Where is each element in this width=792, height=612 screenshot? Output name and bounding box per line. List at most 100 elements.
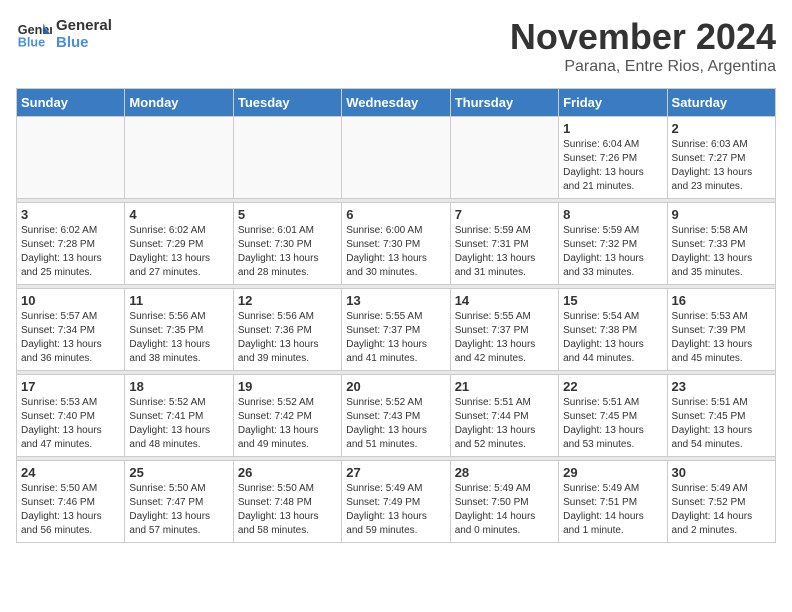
calendar-cell: 13 Sunrise: 5:55 AM Sunset: 7:37 PM Dayli… (342, 289, 450, 371)
day-info: Sunrise: 5:53 AM Sunset: 7:39 PM Dayligh… (672, 310, 771, 366)
day-info: Sunrise: 5:50 AM Sunset: 7:48 PM Dayligh… (238, 482, 337, 538)
calendar-cell: 20 Sunrise: 5:52 AM Sunset: 7:43 PM Dayli… (342, 375, 450, 457)
day-info: Sunrise: 6:04 AM Sunset: 7:26 PM Dayligh… (563, 138, 662, 194)
day-number: 19 (238, 379, 337, 394)
calendar-cell: 22 Sunrise: 5:51 AM Sunset: 7:45 PM Dayli… (559, 375, 667, 457)
calendar-table: SundayMondayTuesdayWednesdayThursdayFrid… (16, 88, 776, 543)
title-block: November 2024 Parana, Entre Rios, Argent… (510, 16, 776, 76)
calendar-cell: 27 Sunrise: 5:49 AM Sunset: 7:49 PM Dayli… (342, 461, 450, 543)
calendar-week-row: 10 Sunrise: 5:57 AM Sunset: 7:34 PM Dayli… (17, 289, 776, 371)
calendar-cell: 3 Sunrise: 6:02 AM Sunset: 7:28 PM Daylig… (17, 203, 125, 285)
day-number: 6 (346, 207, 445, 222)
calendar-cell: 16 Sunrise: 5:53 AM Sunset: 7:39 PM Dayli… (667, 289, 775, 371)
calendar-cell: 7Sunrise: 5:59 AM Sunset: 7:31 PM Daylig… (450, 203, 558, 285)
weekday-header-monday: Monday (125, 89, 233, 117)
day-number: 8 (563, 207, 662, 222)
day-info: Sunrise: 5:51 AM Sunset: 7:44 PM Dayligh… (455, 396, 554, 452)
calendar-cell: 17 Sunrise: 5:53 AM Sunset: 7:40 PM Dayli… (17, 375, 125, 457)
calendar-cell (342, 117, 450, 199)
day-number: 1 (563, 121, 662, 136)
calendar-cell: 5 Sunrise: 6:01 AM Sunset: 7:30 PM Daylig… (233, 203, 341, 285)
calendar-week-row: 24Sunrise: 5:50 AM Sunset: 7:46 PM Dayli… (17, 461, 776, 543)
day-number: 5 (238, 207, 337, 222)
day-number: 4 (129, 207, 228, 222)
calendar-cell: 19Sunrise: 5:52 AM Sunset: 7:42 PM Dayli… (233, 375, 341, 457)
calendar-cell: 26Sunrise: 5:50 AM Sunset: 7:48 PM Dayli… (233, 461, 341, 543)
day-number: 10 (21, 293, 120, 308)
day-number: 15 (563, 293, 662, 308)
day-info: Sunrise: 5:59 AM Sunset: 7:32 PM Dayligh… (563, 224, 662, 280)
day-number: 21 (455, 379, 554, 394)
calendar-cell: 25 Sunrise: 5:50 AM Sunset: 7:47 PM Dayli… (125, 461, 233, 543)
day-info: Sunrise: 5:52 AM Sunset: 7:41 PM Dayligh… (129, 396, 228, 452)
day-info: Sunrise: 5:51 AM Sunset: 7:45 PM Dayligh… (563, 396, 662, 452)
weekday-header-thursday: Thursday (450, 89, 558, 117)
calendar-cell: 23Sunrise: 5:51 AM Sunset: 7:45 PM Dayli… (667, 375, 775, 457)
weekday-header-friday: Friday (559, 89, 667, 117)
weekday-header-wednesday: Wednesday (342, 89, 450, 117)
calendar-cell: 10 Sunrise: 5:57 AM Sunset: 7:34 PM Dayli… (17, 289, 125, 371)
day-number: 14 (455, 293, 554, 308)
day-number: 12 (238, 293, 337, 308)
day-info: Sunrise: 5:55 AM Sunset: 7:37 PM Dayligh… (455, 310, 554, 366)
day-info: Sunrise: 5:52 AM Sunset: 7:43 PM Dayligh… (346, 396, 445, 452)
logo-text-general: General (56, 17, 112, 34)
calendar-week-row: 17 Sunrise: 5:53 AM Sunset: 7:40 PM Dayli… (17, 375, 776, 457)
day-number: 16 (672, 293, 771, 308)
day-number: 28 (455, 465, 554, 480)
day-info: Sunrise: 5:49 AM Sunset: 7:49 PM Dayligh… (346, 482, 445, 538)
calendar-cell (450, 117, 558, 199)
day-info: Sunrise: 5:49 AM Sunset: 7:52 PM Dayligh… (672, 482, 771, 538)
day-number: 24 (21, 465, 120, 480)
day-number: 11 (129, 293, 228, 308)
day-number: 20 (346, 379, 445, 394)
weekday-header-row: SundayMondayTuesdayWednesdayThursdayFrid… (17, 89, 776, 117)
weekday-header-sunday: Sunday (17, 89, 125, 117)
day-number: 9 (672, 207, 771, 222)
day-info: Sunrise: 6:03 AM Sunset: 7:27 PM Dayligh… (672, 138, 771, 194)
calendar-cell: 9Sunrise: 5:58 AM Sunset: 7:33 PM Daylig… (667, 203, 775, 285)
day-info: Sunrise: 5:49 AM Sunset: 7:50 PM Dayligh… (455, 482, 554, 538)
day-info: Sunrise: 5:53 AM Sunset: 7:40 PM Dayligh… (21, 396, 120, 452)
day-info: Sunrise: 5:49 AM Sunset: 7:51 PM Dayligh… (563, 482, 662, 538)
calendar-cell: 12 Sunrise: 5:56 AM Sunset: 7:36 PM Dayli… (233, 289, 341, 371)
calendar-week-row: 1 Sunrise: 6:04 AM Sunset: 7:26 PM Daylig… (17, 117, 776, 199)
day-info: Sunrise: 5:57 AM Sunset: 7:34 PM Dayligh… (21, 310, 120, 366)
day-info: Sunrise: 5:59 AM Sunset: 7:31 PM Dayligh… (455, 224, 554, 280)
day-info: Sunrise: 5:56 AM Sunset: 7:36 PM Dayligh… (238, 310, 337, 366)
day-number: 3 (21, 207, 120, 222)
calendar-cell: 21 Sunrise: 5:51 AM Sunset: 7:44 PM Dayli… (450, 375, 558, 457)
day-info: Sunrise: 5:50 AM Sunset: 7:47 PM Dayligh… (129, 482, 228, 538)
logo: General Blue General Blue (16, 16, 112, 52)
page-header: General Blue General Blue November 2024 … (16, 16, 776, 76)
calendar-cell: 18Sunrise: 5:52 AM Sunset: 7:41 PM Dayli… (125, 375, 233, 457)
calendar-cell: 24Sunrise: 5:50 AM Sunset: 7:46 PM Dayli… (17, 461, 125, 543)
day-number: 25 (129, 465, 228, 480)
day-number: 17 (21, 379, 120, 394)
day-number: 30 (672, 465, 771, 480)
calendar-cell: 15 Sunrise: 5:54 AM Sunset: 7:38 PM Dayli… (559, 289, 667, 371)
day-info: Sunrise: 5:54 AM Sunset: 7:38 PM Dayligh… (563, 310, 662, 366)
calendar-week-row: 3 Sunrise: 6:02 AM Sunset: 7:28 PM Daylig… (17, 203, 776, 285)
day-number: 13 (346, 293, 445, 308)
calendar-cell: 11 Sunrise: 5:56 AM Sunset: 7:35 PM Dayli… (125, 289, 233, 371)
calendar-cell (233, 117, 341, 199)
day-number: 2 (672, 121, 771, 136)
weekday-header-saturday: Saturday (667, 89, 775, 117)
calendar-cell: 1 Sunrise: 6:04 AM Sunset: 7:26 PM Daylig… (559, 117, 667, 199)
day-info: Sunrise: 6:02 AM Sunset: 7:29 PM Dayligh… (129, 224, 228, 280)
logo-text-blue: Blue (56, 34, 112, 51)
calendar-cell: 30 Sunrise: 5:49 AM Sunset: 7:52 PM Dayli… (667, 461, 775, 543)
day-number: 27 (346, 465, 445, 480)
calendar-cell: 14 Sunrise: 5:55 AM Sunset: 7:37 PM Dayli… (450, 289, 558, 371)
day-number: 22 (563, 379, 662, 394)
day-info: Sunrise: 5:56 AM Sunset: 7:35 PM Dayligh… (129, 310, 228, 366)
day-info: Sunrise: 6:02 AM Sunset: 7:28 PM Dayligh… (21, 224, 120, 280)
day-info: Sunrise: 5:55 AM Sunset: 7:37 PM Dayligh… (346, 310, 445, 366)
calendar-cell: 29Sunrise: 5:49 AM Sunset: 7:51 PM Dayli… (559, 461, 667, 543)
calendar-cell: 28 Sunrise: 5:49 AM Sunset: 7:50 PM Dayli… (450, 461, 558, 543)
svg-text:Blue: Blue (18, 36, 45, 50)
calendar-cell: 4 Sunrise: 6:02 AM Sunset: 7:29 PM Daylig… (125, 203, 233, 285)
day-info: Sunrise: 6:01 AM Sunset: 7:30 PM Dayligh… (238, 224, 337, 280)
calendar-cell: 8 Sunrise: 5:59 AM Sunset: 7:32 PM Daylig… (559, 203, 667, 285)
